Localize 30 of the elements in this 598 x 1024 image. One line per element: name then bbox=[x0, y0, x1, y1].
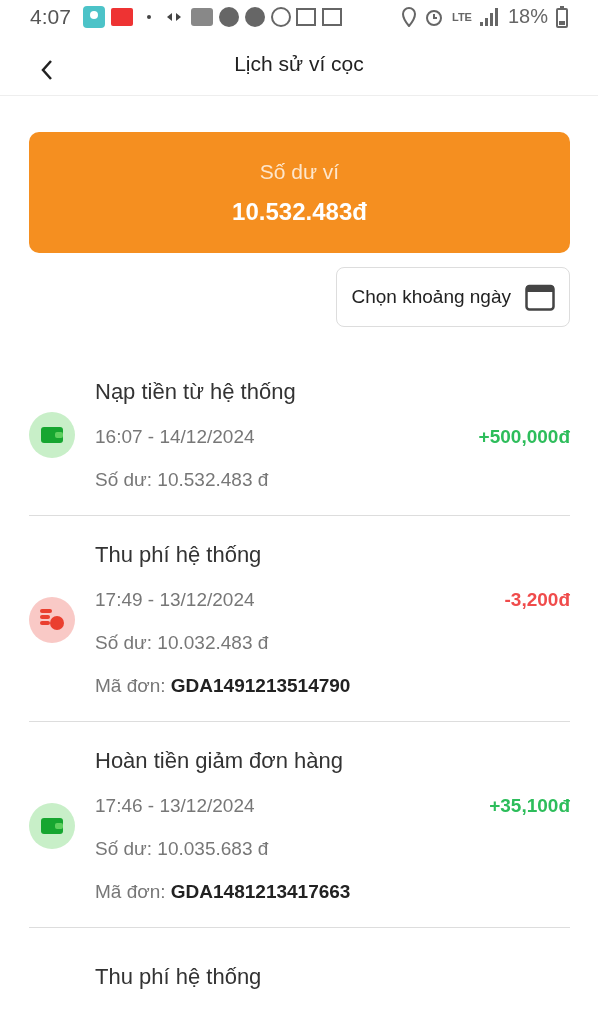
transaction-title: Nạp tiền từ hệ thống bbox=[95, 379, 297, 405]
transaction-amount: -3,200đ bbox=[504, 589, 570, 611]
network-type: LTE bbox=[452, 10, 472, 23]
transaction-time: 16:07 - 14/12/2024 bbox=[95, 426, 255, 448]
battery-icon bbox=[556, 5, 568, 28]
transaction-balance: Số dư: 10.032.483 đ bbox=[95, 632, 270, 654]
back-icon bbox=[40, 59, 54, 82]
date-range-button[interactable]: Chọn khoảng ngày bbox=[336, 267, 570, 327]
battery-percent: 18% bbox=[507, 5, 548, 28]
signal-icon bbox=[479, 7, 500, 26]
transaction-amount: +500,000đ bbox=[478, 426, 570, 448]
coins-icon bbox=[40, 608, 64, 631]
wallet-icon bbox=[41, 817, 63, 834]
transaction-title: Hoàn tiền giảm đơn hàng bbox=[95, 748, 345, 774]
transaction-title: Thu phí hệ thống bbox=[95, 542, 263, 568]
page-title: Lịch sử ví cọc bbox=[234, 52, 364, 76]
order-code: Mã đơn: GDA1491213514790 bbox=[95, 675, 352, 697]
transaction-amount: +35,100đ bbox=[489, 795, 570, 817]
wallet-icon bbox=[41, 427, 63, 443]
transaction-balance: Số dư: 10.532.483 đ bbox=[95, 469, 270, 491]
status-time: 4:07 bbox=[30, 4, 71, 29]
transaction-time: 17:46 - 13/12/2024 bbox=[95, 795, 255, 817]
calendar-icon bbox=[525, 283, 555, 311]
location-icon bbox=[402, 6, 416, 27]
balance-amount: 10.532.483đ bbox=[232, 197, 367, 226]
transaction-time: 17:49 - 13/12/2024 bbox=[95, 589, 255, 611]
order-code: Mã đơn: GDA1481213417663 bbox=[95, 881, 352, 903]
balance-label: Số dư ví bbox=[259, 159, 340, 184]
transaction-title: Thu phí hệ thống bbox=[95, 964, 263, 990]
transaction-balance: Số dư: 10.035.683 đ bbox=[95, 838, 270, 860]
